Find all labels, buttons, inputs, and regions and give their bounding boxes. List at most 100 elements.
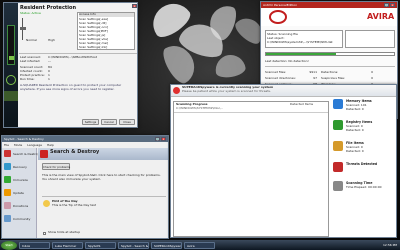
spybot-logo-icon <box>40 150 48 158</box>
menu-item[interactable]: Mode <box>14 143 22 147</box>
notice-text: A-SQUARED Resident Protection on guard t… <box>20 84 122 91</box>
taskbar: Start Inbox Luke Flemmer SpybotS Spybot - S… <box>0 240 400 250</box>
scan-log <box>345 30 395 48</box>
resident-protection-window: Resident Protection x Status: Active Nor… <box>3 2 138 128</box>
category-scanned: Time Elapsed: 00:00:00 <box>346 185 382 189</box>
a-squared-logo <box>7 25 15 65</box>
spybot-titlebar: Spybot - Search & Destroy _ x <box>2 136 168 142</box>
category-item: File Items Scanned: 0 Detected: 0 <box>333 141 396 153</box>
category-text: Threats Detected <box>346 162 377 166</box>
spybot-subtitle: Spybot - Search & Destroy <box>4 137 44 141</box>
avira-logo: AVIRA <box>367 12 395 21</box>
status-line: C:\WINDOWS\system32\...\SYSTEM\WMI.dat <box>267 40 333 44</box>
lightbulb-icon <box>43 200 50 207</box>
taskbar-item[interactable]: Luke Flemmer <box>52 241 83 249</box>
divider <box>265 66 395 67</box>
sidebar-icon <box>4 176 11 183</box>
taskbar-item[interactable]: Avira <box>184 241 215 249</box>
divider <box>42 196 166 197</box>
menu-item[interactable]: Language <box>27 143 42 147</box>
level-high-label: High <box>48 39 55 42</box>
protected-badge <box>4 91 18 101</box>
minimize-icon[interactable]: _ <box>384 3 389 7</box>
close-icon[interactable]: x <box>161 137 166 141</box>
category-text: Scanning Time Time Elapsed: 00:00:00 <box>346 181 382 189</box>
level-normal-label: Normal <box>26 39 37 42</box>
sidebar-item[interactable]: Search & Destroy <box>4 150 39 157</box>
shield-icon <box>6 75 16 85</box>
sidebar-icon <box>4 189 11 196</box>
taskbar-item[interactable]: Inbox <box>19 241 50 249</box>
category-text: Registry Items Scanned: 0 Detected: 0 <box>346 120 372 132</box>
sidebar-item[interactable]: Recovery <box>4 163 39 170</box>
sidebar-item[interactable]: Immunize <box>4 176 39 183</box>
divider <box>19 53 137 54</box>
hint-checkbox[interactable] <box>43 232 46 235</box>
close-button[interactable]: Close <box>119 119 135 125</box>
avira-title: AntiVir PersonalEdition <box>263 3 298 7</box>
scan-progress-list[interactable]: Scanning Progress C:\WINDOWS\SYSTEM32\DL… <box>173 101 329 237</box>
scan-status-box: Status: Scanning file Last object: C:\WIND… <box>265 30 343 48</box>
category-item: Memory Items Scanned: 101 Detected: 0 <box>333 99 396 111</box>
taskbar-item[interactable]: Spybot - Search & D... <box>118 241 149 249</box>
sidebar-item[interactable]: Update <box>4 189 39 196</box>
spybot-header: Search & Destroy <box>38 148 168 160</box>
avira-header: AVIRA <box>261 8 397 26</box>
scan-progress-fill <box>266 53 337 55</box>
sidebar-icon <box>4 150 11 157</box>
superantispyware-window: SUPERAntiSpyware is currently scanning y… <box>170 84 397 238</box>
check-for-problems-button[interactable]: Check for problems <box>42 163 70 170</box>
category-text: Memory Items Scanned: 101 Detected: 0 <box>346 99 372 111</box>
cancel-button[interactable]: Cancel <box>101 119 117 125</box>
sidebar-item-label: Community <box>13 216 31 221</box>
scan-progress <box>265 52 395 56</box>
category-detected: Detected: 0 <box>346 149 364 153</box>
sas-logo-icon <box>173 87 180 94</box>
sidebar-item[interactable]: Donations <box>4 202 39 209</box>
run-label: Run time: <box>20 78 35 81</box>
detected-items-header: Detected Items <box>290 103 314 106</box>
close-icon[interactable]: x <box>390 3 395 7</box>
slider-thumb[interactable] <box>20 27 26 30</box>
category-item: Scanning Time Time Elapsed: 00:00:00 <box>333 181 396 191</box>
category-name: Threats Detected <box>346 162 378 166</box>
sidebar-item-label: Donations <box>13 203 29 208</box>
category-icon <box>333 99 343 109</box>
sas-subtitle: Please be patient while your system is s… <box>182 90 271 93</box>
sidebar-icon <box>4 202 11 209</box>
spybot-window: Spybot - Search & Destroy _ x File Mode La… <box>1 135 169 239</box>
category-detected: Detected: 0 <box>346 107 364 111</box>
settings-button[interactable]: Settings <box>82 119 99 125</box>
clock: 12:56 PM <box>383 243 397 247</box>
divider <box>174 112 328 113</box>
sidebar-item-label: Update <box>13 190 24 195</box>
start-button[interactable]: Start <box>1 240 17 250</box>
hint-check-label: Show hints at startup <box>48 231 81 234</box>
sas-header: SUPERAntiSpyware is currently scanning y… <box>171 85 396 97</box>
sidebar-item[interactable]: Community <box>4 215 39 222</box>
last-infected-value: --- <box>48 60 52 63</box>
taskbar-item[interactable]: SUPERAntiSpyware... <box>151 241 182 249</box>
menu-item[interactable]: File <box>4 143 9 147</box>
sidebar-item-label: Immunize <box>13 177 28 182</box>
last-scanned-value: C:\WINDOWS\...\SPBootWithHost <box>48 56 97 59</box>
category-item: Registry Items Scanned: 0 Detected: 0 <box>333 120 396 132</box>
category-icon <box>333 181 343 191</box>
sidebar-item-label: Recovery <box>13 164 27 169</box>
run-value: 1 <box>48 78 50 81</box>
sidebar-item-label: Search & Destroy <box>13 151 40 156</box>
category-icon <box>333 162 343 172</box>
close-icon[interactable]: x <box>132 4 137 8</box>
access-list[interactable]: Access Info Scan Settings[.exe] Scan Sett… <box>77 12 135 50</box>
taskbar-item[interactable]: SpybotS <box>85 241 116 249</box>
a-squared-sidebar <box>4 3 18 127</box>
spybot-title: Search & Destroy <box>50 149 100 155</box>
menu-item[interactable]: Help <box>47 143 54 147</box>
spybot-sidebar: Search & Destroy Recovery Immunize Update Do… <box>2 148 39 238</box>
sidebar-icon <box>4 215 11 222</box>
spybot-tip: This is the main view of Spybot-S&D. Cli… <box>42 174 161 181</box>
category-icon <box>333 141 343 151</box>
minimize-icon[interactable]: _ <box>155 137 160 141</box>
list-item[interactable]: Scan Settings[.lnk] <box>79 45 108 49</box>
status-label: Status: Active <box>20 12 41 15</box>
